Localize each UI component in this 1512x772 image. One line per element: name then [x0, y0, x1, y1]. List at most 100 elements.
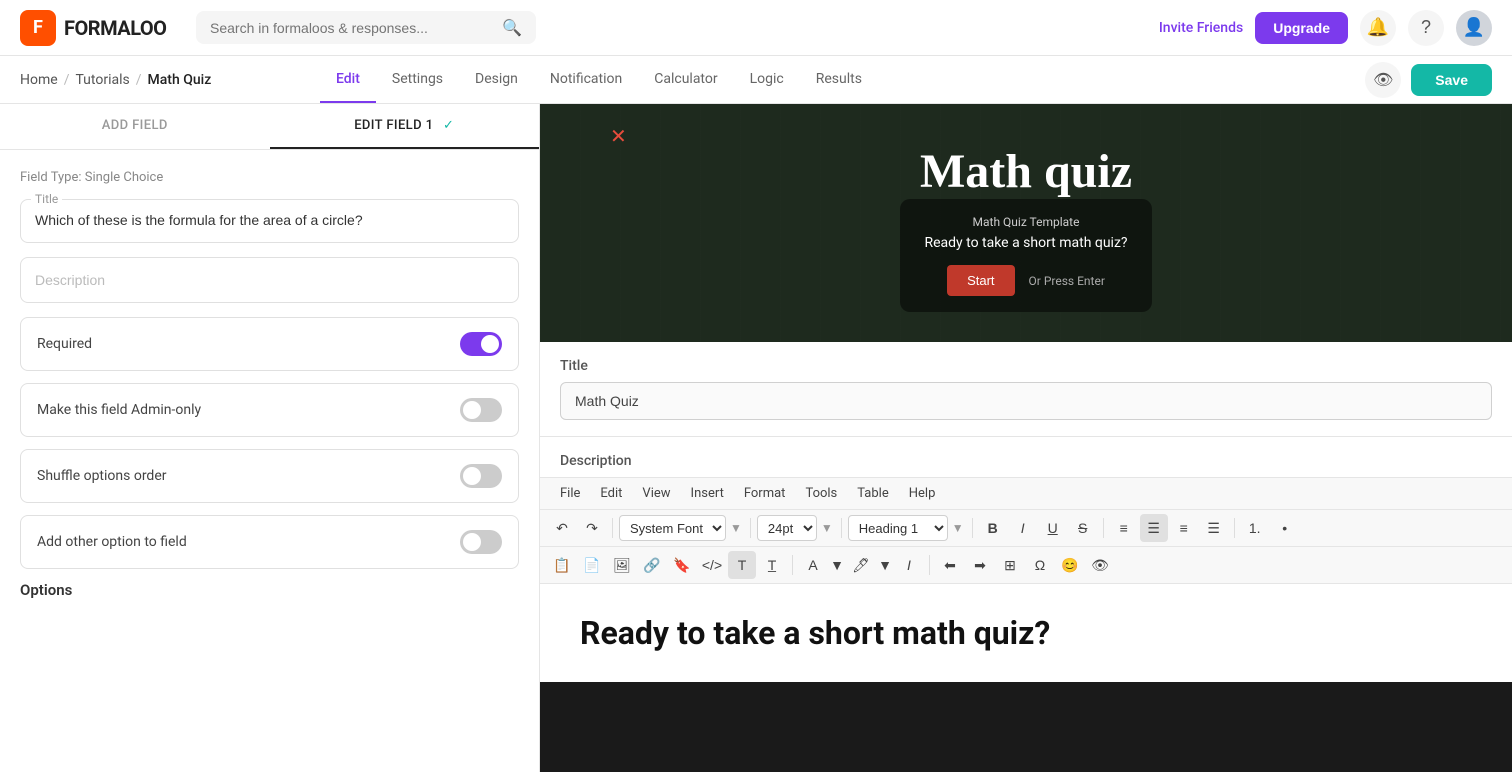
redo-button[interactable]: ↷: [578, 514, 606, 542]
rte-menu-view[interactable]: View: [632, 482, 680, 505]
search-bar[interactable]: 🔍: [196, 11, 536, 44]
search-input[interactable]: [210, 20, 494, 36]
heading-select[interactable]: Heading 1: [848, 515, 948, 541]
search-icon: 🔍: [502, 18, 522, 37]
rte-menu-help[interactable]: Help: [899, 482, 946, 505]
unordered-list-button[interactable]: •: [1271, 514, 1299, 542]
breadcrumb-current: Math Quiz: [148, 72, 212, 88]
save-button[interactable]: Save: [1411, 64, 1492, 96]
outdent-button[interactable]: ⬅: [936, 551, 964, 579]
panel-tabs: ADD FIELD EDIT FIELD 1 ✓: [0, 104, 539, 150]
ordered-list-button[interactable]: 1.: [1241, 514, 1269, 542]
avatar[interactable]: 👤: [1456, 10, 1492, 46]
top-navigation: F FORMALOO 🔍 Invite Friends Upgrade 🔔 ? …: [0, 0, 1512, 56]
tab-edit[interactable]: Edit: [320, 56, 376, 103]
emoji-button[interactable]: 😊: [1056, 551, 1084, 579]
sub-navigation: Home / Tutorials / Math Quiz Edit Settin…: [0, 56, 1512, 104]
preview2-button[interactable]: 👁: [1086, 551, 1114, 579]
chalkboard-preview: ✕ Math quiz Math Quiz Template Ready to …: [540, 104, 1512, 342]
bookmark-button[interactable]: 🔖: [668, 551, 696, 579]
align-right-button[interactable]: ≡: [1170, 514, 1198, 542]
rte-menu-tools[interactable]: Tools: [795, 482, 847, 505]
underline-button[interactable]: U: [1039, 514, 1067, 542]
link-button[interactable]: 🔗: [638, 551, 666, 579]
required-toggle[interactable]: [460, 332, 502, 356]
description-group: [20, 257, 519, 303]
code-block-button[interactable]: </>: [698, 551, 726, 579]
italic-button[interactable]: I: [1009, 514, 1037, 542]
font-family-select[interactable]: System Font: [619, 515, 726, 541]
admin-only-toggle[interactable]: [460, 398, 502, 422]
preview-card: Math Quiz Template Ready to take a short…: [900, 199, 1151, 312]
rte-heading: Ready to take a short math quiz?: [580, 614, 1472, 652]
strikethrough-button[interactable]: S: [1069, 514, 1097, 542]
text-format-button[interactable]: T: [728, 551, 756, 579]
rte-menu-table[interactable]: Table: [847, 482, 898, 505]
copy-button[interactable]: 📄: [578, 551, 606, 579]
rte-menu-format[interactable]: Format: [734, 482, 796, 505]
field-type-label: Field Type: Single Choice: [20, 170, 519, 185]
upgrade-button[interactable]: Upgrade: [1255, 12, 1348, 44]
right-panel: ✕ Math quiz Math Quiz Template Ready to …: [540, 104, 1512, 772]
tab-calculator[interactable]: Calculator: [638, 56, 733, 103]
breadcrumb-home[interactable]: Home: [20, 72, 58, 88]
breadcrumb-tutorials[interactable]: Tutorials: [75, 72, 129, 88]
breadcrumb-sep-2: /: [136, 72, 142, 88]
title-editor-label: Title: [560, 358, 1492, 374]
required-toggle-row: Required: [20, 317, 519, 371]
title-wrapper: Title: [20, 199, 519, 243]
shuffle-label: Shuffle options order: [37, 468, 167, 484]
preview-start-button[interactable]: Start: [947, 265, 1014, 296]
panel-tab-edit-field[interactable]: EDIT FIELD 1 ✓: [270, 104, 540, 149]
toolbar-divider-3: [841, 518, 842, 538]
preview-card-title: Math Quiz Template: [924, 215, 1127, 229]
rte-menu-insert[interactable]: Insert: [681, 482, 734, 505]
tab-logic[interactable]: Logic: [734, 56, 800, 103]
rte-menu-edit[interactable]: Edit: [590, 482, 632, 505]
tab-settings[interactable]: Settings: [376, 56, 459, 103]
description-input[interactable]: [20, 257, 519, 303]
tab-results[interactable]: Results: [800, 56, 878, 103]
shuffle-toggle[interactable]: [460, 464, 502, 488]
bold-button[interactable]: B: [979, 514, 1007, 542]
editor-area: Title Description File Edit View Insert …: [540, 342, 1512, 682]
preview-button[interactable]: 👁: [1365, 62, 1401, 98]
special-char-button[interactable]: Ω: [1026, 551, 1054, 579]
rte-content[interactable]: Ready to take a short math quiz?: [540, 584, 1512, 682]
tab-design[interactable]: Design: [459, 56, 534, 103]
title-input[interactable]: [35, 208, 504, 232]
red-x-icon: ✕: [610, 124, 627, 148]
highlight-button[interactable]: 🖊: [847, 551, 875, 579]
italic2-button[interactable]: I: [895, 551, 923, 579]
rich-text-editor: File Edit View Insert Format Tools Table…: [540, 478, 1512, 682]
table2-button[interactable]: ⊞: [996, 551, 1024, 579]
left-panel: ADD FIELD EDIT FIELD 1 ✓ Field Type: Sin…: [0, 104, 540, 772]
admin-only-toggle-row: Make this field Admin-only: [20, 383, 519, 437]
paste-button[interactable]: 📋: [548, 551, 576, 579]
notifications-button[interactable]: 🔔: [1360, 10, 1396, 46]
undo-button[interactable]: ↶: [548, 514, 576, 542]
align-justify-button[interactable]: ☰: [1200, 514, 1228, 542]
invite-friends-button[interactable]: Invite Friends: [1159, 20, 1243, 36]
font-color-chevron[interactable]: ▼: [829, 551, 845, 579]
title-editor-input[interactable]: [560, 382, 1492, 420]
description-editor-label: Description: [560, 453, 1492, 469]
image-button[interactable]: 🖼: [608, 551, 636, 579]
toolbar-divider-2: [750, 518, 751, 538]
clear-format-button[interactable]: T̲: [758, 551, 786, 579]
user-icon: 👤: [1463, 17, 1485, 38]
other-option-toggle[interactable]: [460, 530, 502, 554]
align-center-button[interactable]: ☰: [1140, 514, 1168, 542]
other-option-toggle-row: Add other option to field: [20, 515, 519, 569]
logo-name: FORMALOO: [64, 16, 166, 40]
panel-tab-add-field[interactable]: ADD FIELD: [0, 104, 270, 149]
rte-menu-file[interactable]: File: [550, 482, 590, 505]
font-size-select[interactable]: 24pt: [757, 515, 817, 541]
highlight-chevron[interactable]: ▼: [877, 551, 893, 579]
indent-button[interactable]: ➡: [966, 551, 994, 579]
nav-right: Invite Friends Upgrade 🔔 ? 👤: [1159, 10, 1492, 46]
help-button[interactable]: ?: [1408, 10, 1444, 46]
align-left-button[interactable]: ≡: [1110, 514, 1138, 542]
font-color-button[interactable]: A: [799, 551, 827, 579]
tab-notification[interactable]: Notification: [534, 56, 638, 103]
